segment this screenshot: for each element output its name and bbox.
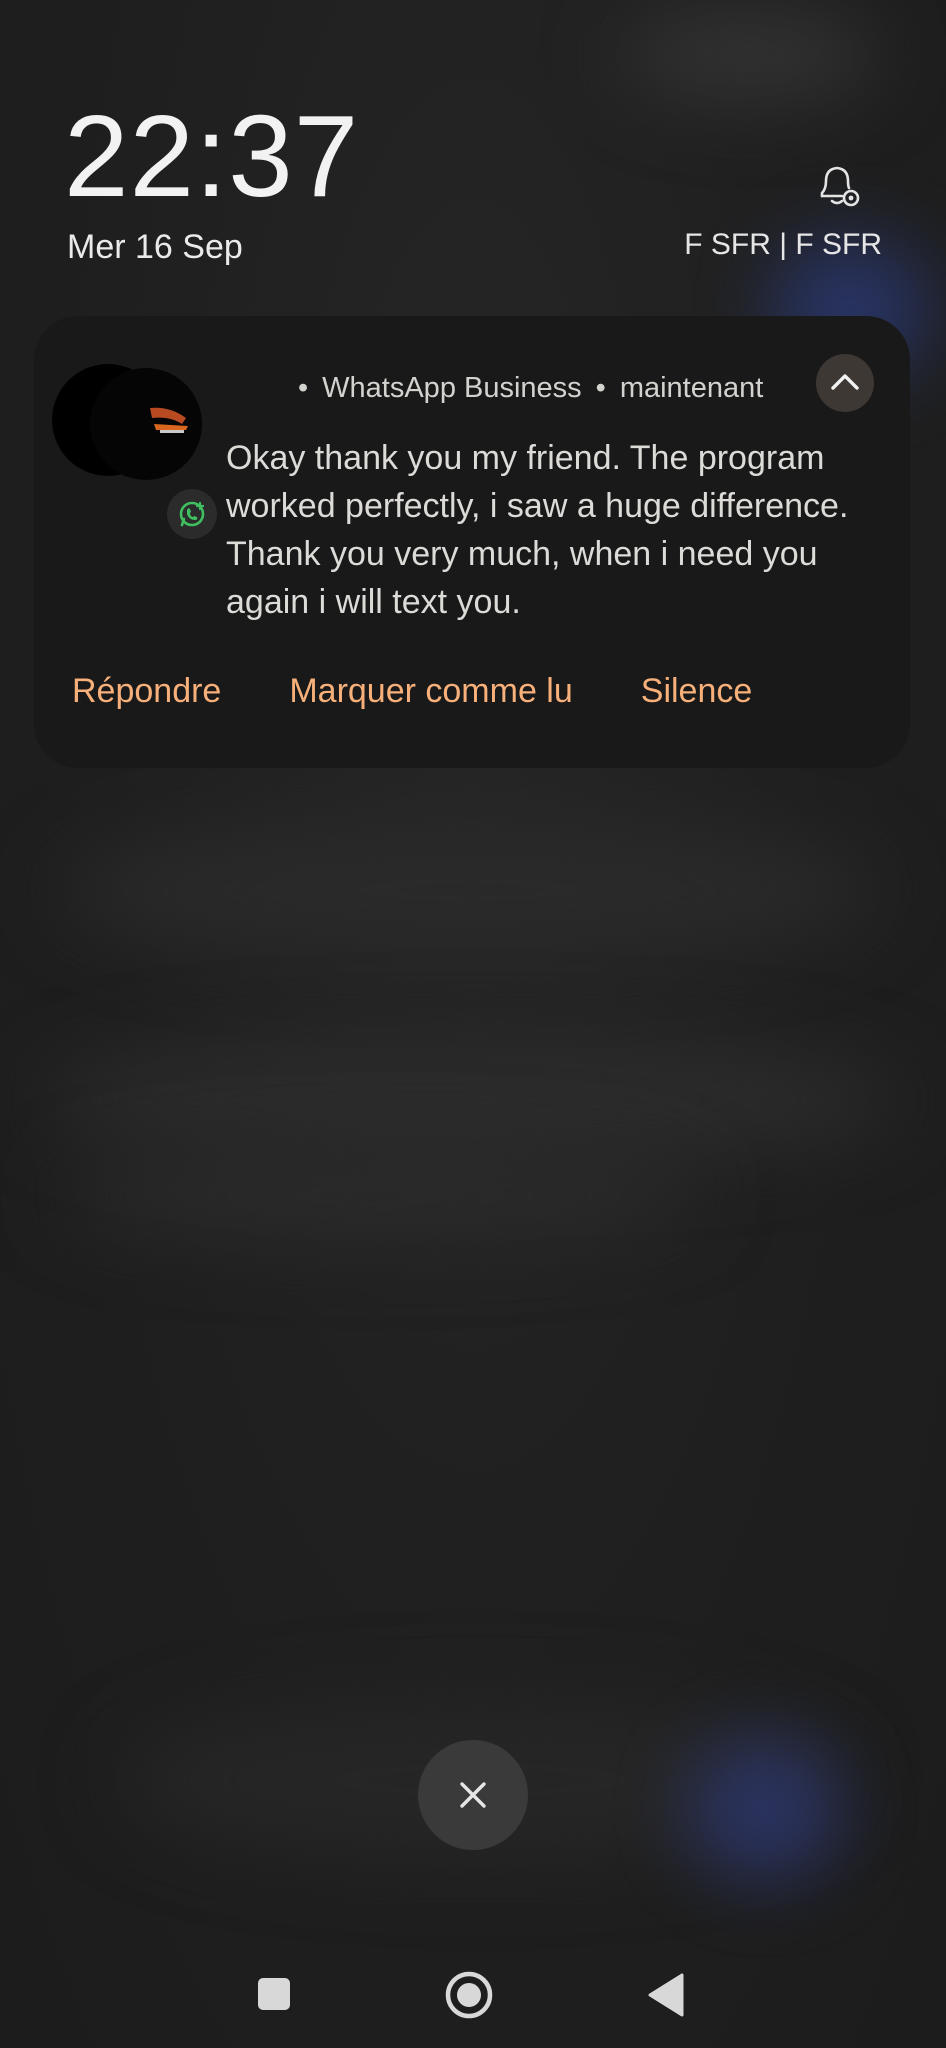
notification-card[interactable]: • WhatsApp Business • maintenant Okay thank… [34,316,910,768]
backdrop-blur [60,1150,700,1240]
app-name: WhatsApp Business [322,372,582,404]
logo-icon [150,407,188,433]
notification-actions: Répondre Marquer comme lu Silence [72,672,752,711]
square-recents-icon[interactable] [256,1976,292,2012]
collapse-button[interactable] [816,354,874,412]
chevron-up-icon [831,374,859,390]
clock: 22:37 [64,91,360,221]
lock-screen: 22:37 Mer 16 Sep F SFR | F SFR • WhatsAp… [0,0,946,2048]
close-icon [460,1782,486,1808]
backdrop-blur [40,1040,900,1160]
backdrop-glow [690,1740,840,1880]
separator-dot: • [595,372,606,404]
notification-header: • WhatsApp Business • maintenant [284,372,763,405]
message-text: Okay thank you my friend. The program wo… [226,439,849,621]
backdrop-blur [60,820,880,960]
clear-notifications-button[interactable] [418,1740,528,1850]
bell-settings-icon[interactable] [812,160,864,212]
carrier-label: F SFR | F SFR [684,228,882,261]
contact-avatar [52,364,217,539]
app-badge [167,489,217,539]
timestamp: maintenant [619,372,764,404]
backdrop-blur [620,10,880,100]
whatsapp-icon [179,501,205,527]
circle-home-icon[interactable] [444,1970,494,2020]
navigation-bar [0,1960,946,2048]
separator-dot: • [298,372,309,404]
date-label: Mer 16 Sep [67,228,243,266]
reply-button[interactable]: Répondre [72,672,221,711]
mark-read-button[interactable]: Marquer comme lu [289,672,572,711]
avatar [90,368,202,480]
mute-button[interactable]: Silence [641,672,753,711]
triangle-back-icon[interactable] [646,1972,686,2018]
